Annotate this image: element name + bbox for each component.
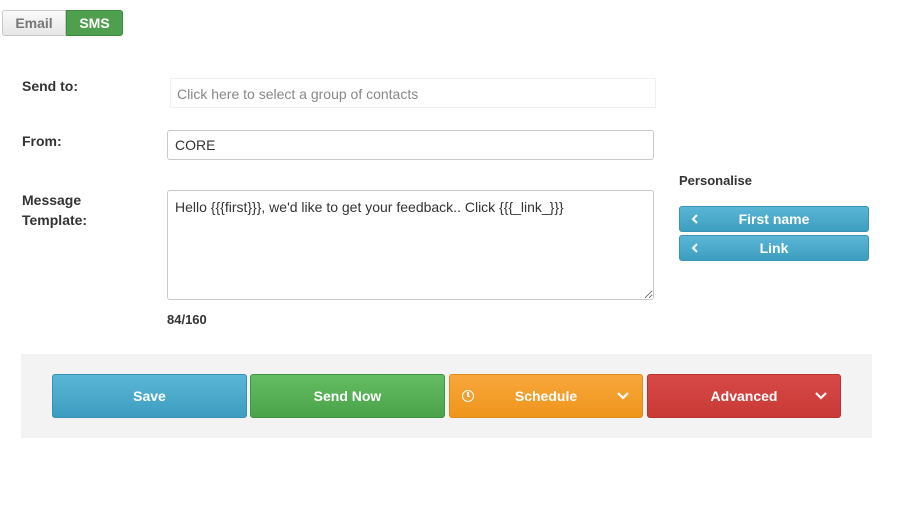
personalise-title: Personalise — [679, 173, 752, 188]
chevron-left-icon — [680, 241, 710, 256]
clock-icon — [462, 390, 474, 402]
contact-group-selector[interactable]: Click here to select a group of contacts — [170, 78, 656, 108]
character-counter: 84/160 — [167, 312, 207, 327]
schedule-label: Schedule — [514, 388, 578, 404]
chevron-left-icon — [680, 212, 710, 227]
tab-sms[interactable]: SMS — [66, 10, 123, 36]
tab-email[interactable]: Email — [2, 10, 66, 36]
chevron-down-icon[interactable] — [814, 388, 828, 402]
advanced-label: Advanced — [710, 388, 778, 404]
schedule-button[interactable]: Schedule — [449, 374, 643, 418]
personalise-button-label: Link — [759, 240, 789, 256]
from-label: From: — [22, 133, 62, 149]
save-button[interactable]: Save — [52, 374, 247, 418]
personalise-first-name-button[interactable]: First name — [679, 206, 869, 232]
message-template-label: Message Template: — [22, 192, 88, 228]
personalise-button-label: First name — [738, 211, 810, 227]
from-field[interactable] — [167, 130, 654, 160]
personalise-link-button[interactable]: Link — [679, 235, 869, 261]
action-bar: Save Send Now Schedule Advanced — [21, 354, 872, 438]
send-to-label: Send to: — [22, 78, 78, 94]
message-template-field[interactable]: Hello {{{first}}}, we'd like to get your… — [167, 190, 654, 300]
advanced-button[interactable]: Advanced — [647, 374, 841, 418]
send-now-button[interactable]: Send Now — [250, 374, 445, 418]
channel-tabs: Email SMS — [2, 10, 123, 36]
chevron-down-icon[interactable] — [616, 388, 630, 402]
